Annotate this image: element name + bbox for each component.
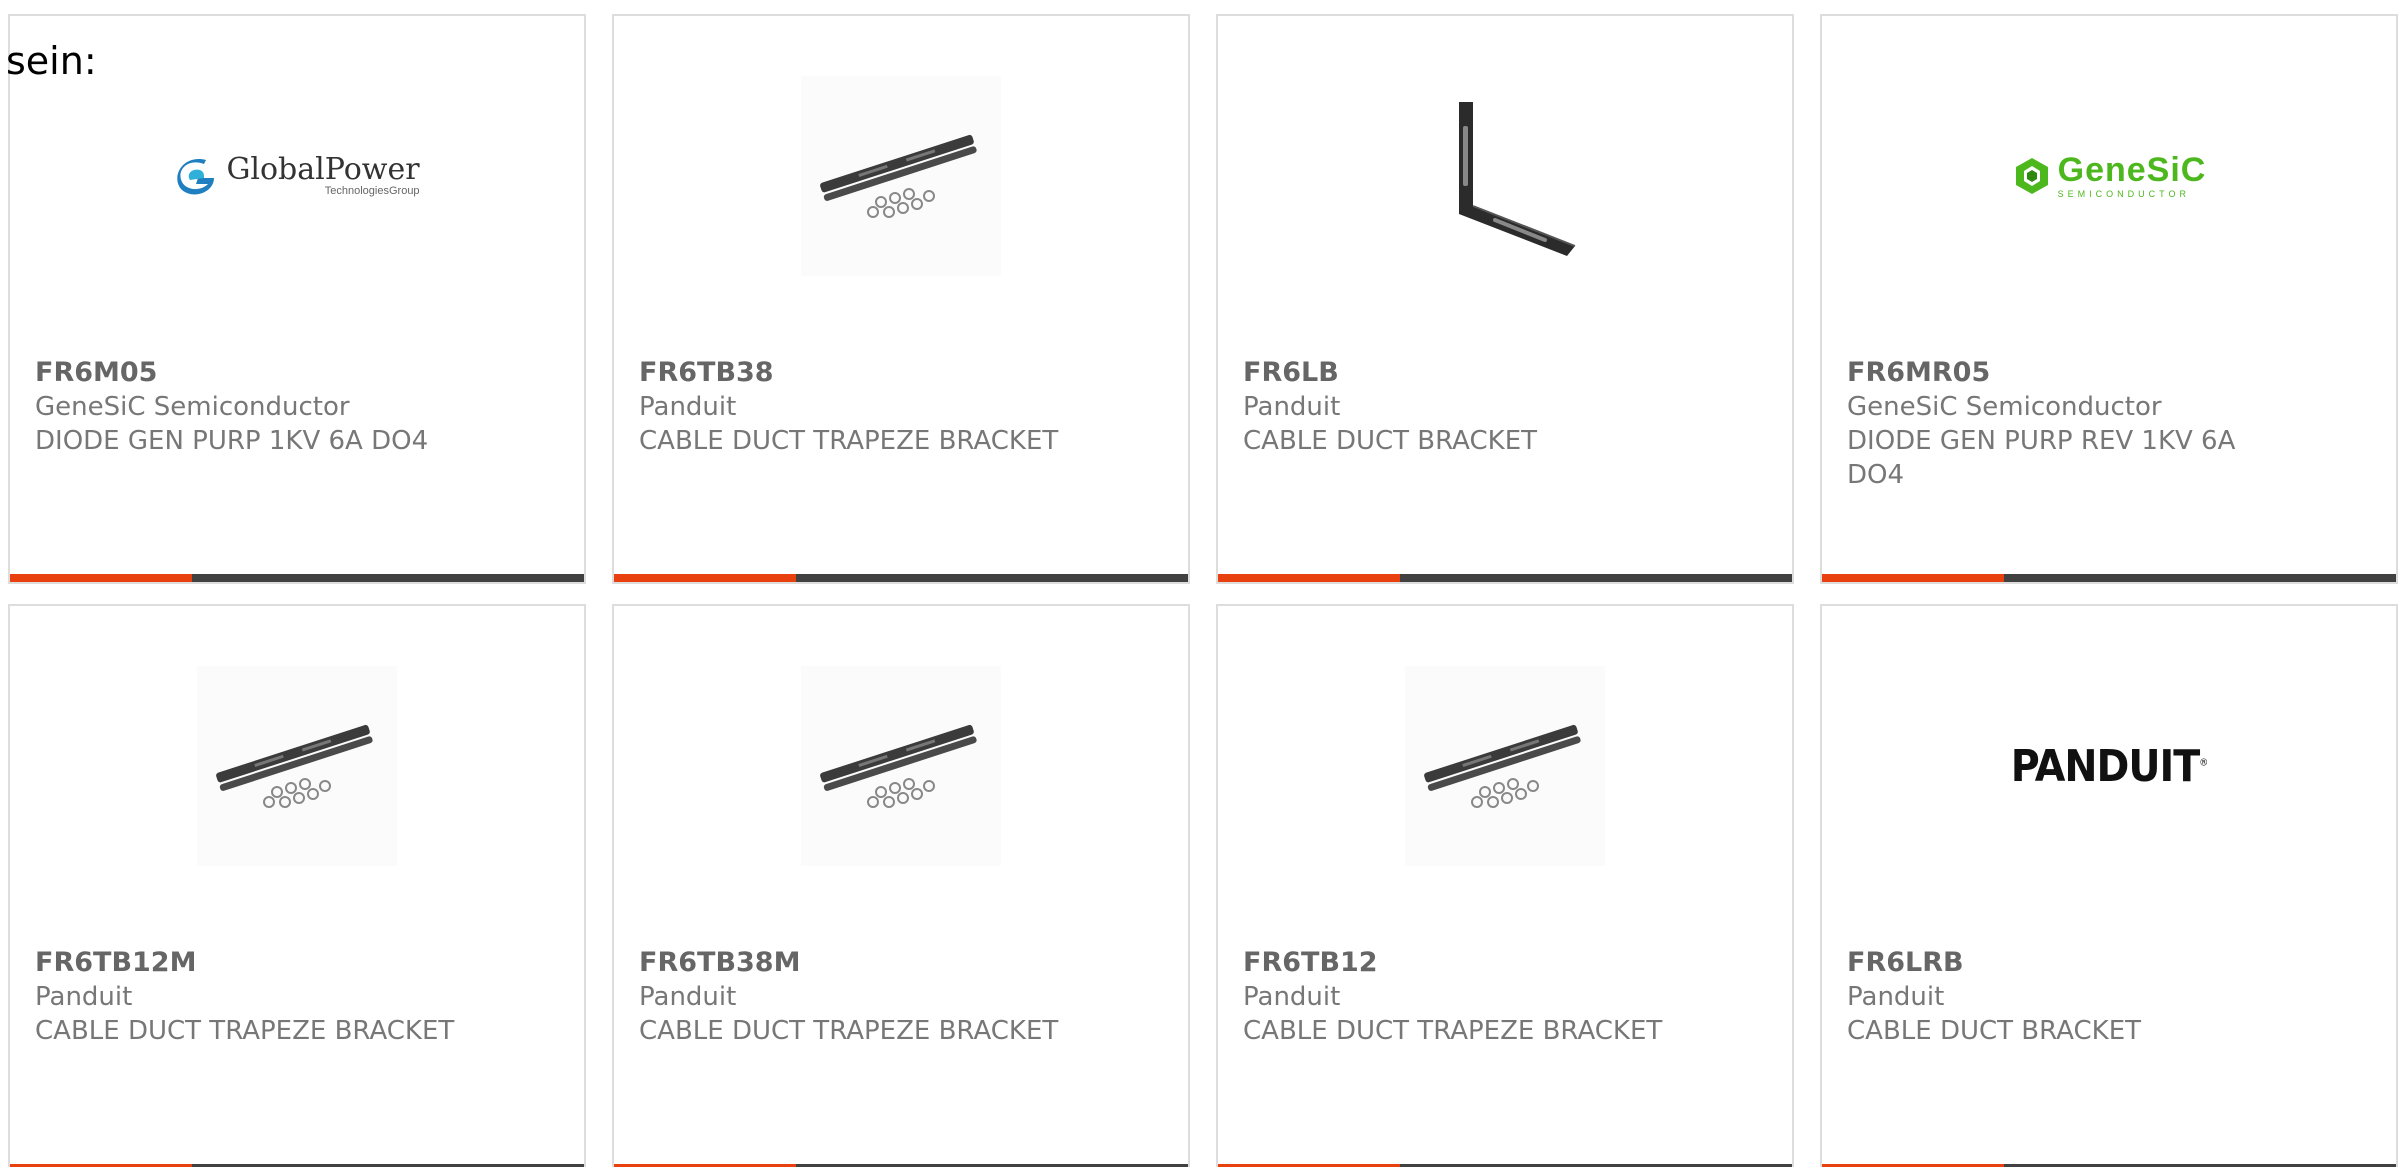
product-grid: GlobalPower TechnologiesGroup FR6M05 Gen… [8, 14, 2398, 1167]
manufacturer: GeneSiC Semiconductor [35, 392, 350, 422]
description: CABLE DUCT BRACKET [1847, 1016, 2141, 1046]
card-bottom-bar [1218, 574, 1792, 582]
manufacturer: Panduit [639, 392, 737, 422]
trapeze-bracket-photo [1405, 666, 1605, 866]
card-bottom-bar [614, 574, 1188, 582]
product-card[interactable]: GlobalPower TechnologiesGroup FR6M05 Gen… [8, 14, 586, 584]
manufacturer: Panduit [1243, 392, 1341, 422]
product-card[interactable]: GeneSiC SEMICONDUCTOR FR6MR05 GeneSiC Se… [1820, 14, 2398, 584]
description: CABLE DUCT BRACKET [1243, 426, 1537, 456]
trapeze-bracket-photo [801, 666, 1001, 866]
description: DIODE GEN PURP REV 1KV 6A DO4 [1847, 426, 2236, 490]
product-image [614, 76, 1188, 276]
product-image [10, 666, 584, 866]
description: CABLE DUCT TRAPEZE BRACKET [1243, 1016, 1663, 1046]
part-number[interactable]: FR6TB12 [1243, 946, 1767, 980]
product-card[interactable]: FR6TB38M Panduit CABLE DUCT TRAPEZE BRAC… [612, 604, 1190, 1167]
card-accent [10, 574, 192, 582]
card-accent [1822, 574, 2004, 582]
genesic-hexagon-icon [2015, 158, 2048, 194]
globalpower-logo: GlobalPower TechnologiesGroup [174, 155, 420, 197]
part-number[interactable]: FR6TB38M [639, 946, 1163, 980]
description: CABLE DUCT TRAPEZE BRACKET [639, 426, 1059, 456]
product-image: PANDUIT® [1822, 666, 2396, 866]
panduit-logo: PANDUIT® [2010, 740, 2208, 792]
description: CABLE DUCT TRAPEZE BRACKET [639, 1016, 1059, 1046]
card-bottom-bar [1822, 574, 2396, 582]
part-number[interactable]: FR6MR05 [1847, 356, 2371, 390]
manufacturer: Panduit [35, 982, 133, 1012]
manufacturer: Panduit [639, 982, 737, 1012]
genesic-logo: GeneSiC SEMICONDUCTOR [2012, 153, 2207, 199]
manufacturer: Panduit [1243, 982, 1341, 1012]
product-image [1218, 666, 1792, 866]
part-number[interactable]: FR6LRB [1847, 946, 2371, 980]
trapeze-bracket-photo [197, 666, 397, 866]
product-card[interactable]: FR6TB12 Panduit CABLE DUCT TRAPEZE BRACK… [1216, 604, 1794, 1167]
part-number[interactable]: FR6TB12M [35, 946, 559, 980]
description: DIODE GEN PURP 1KV 6A DO4 [35, 426, 429, 456]
product-card[interactable]: FR6TB12M Panduit CABLE DUCT TRAPEZE BRAC… [8, 604, 586, 1167]
intro-text: sein: [6, 39, 97, 83]
product-listing-page: sein: GlobalPower TechnologiesGroup FR6M… [0, 0, 2400, 1167]
manufacturer: Panduit [1847, 982, 1945, 1012]
card-accent [1218, 574, 1400, 582]
l-bracket-photo [1405, 76, 1605, 276]
product-image: GlobalPower TechnologiesGroup [10, 76, 584, 276]
globalpower-icon [177, 159, 215, 195]
product-image: GeneSiC SEMICONDUCTOR [1822, 76, 2396, 276]
product-card[interactable]: PANDUIT® FR6LRB Panduit CABLE DUCT BRACK… [1820, 604, 2398, 1167]
part-number[interactable]: FR6M05 [35, 356, 559, 390]
trapeze-bracket-photo [801, 76, 1001, 276]
card-accent [614, 574, 796, 582]
product-card[interactable]: FR6TB38 Panduit CABLE DUCT TRAPEZE BRACK… [612, 14, 1190, 584]
card-bottom-bar [10, 574, 584, 582]
part-number[interactable]: FR6TB38 [639, 356, 1163, 390]
manufacturer: GeneSiC Semiconductor [1847, 392, 2162, 422]
part-number[interactable]: FR6LB [1243, 356, 1767, 390]
product-image [1218, 76, 1792, 276]
description: CABLE DUCT TRAPEZE BRACKET [35, 1016, 455, 1046]
product-card[interactable]: FR6LB Panduit CABLE DUCT BRACKET [1216, 14, 1794, 584]
product-image [614, 666, 1188, 866]
